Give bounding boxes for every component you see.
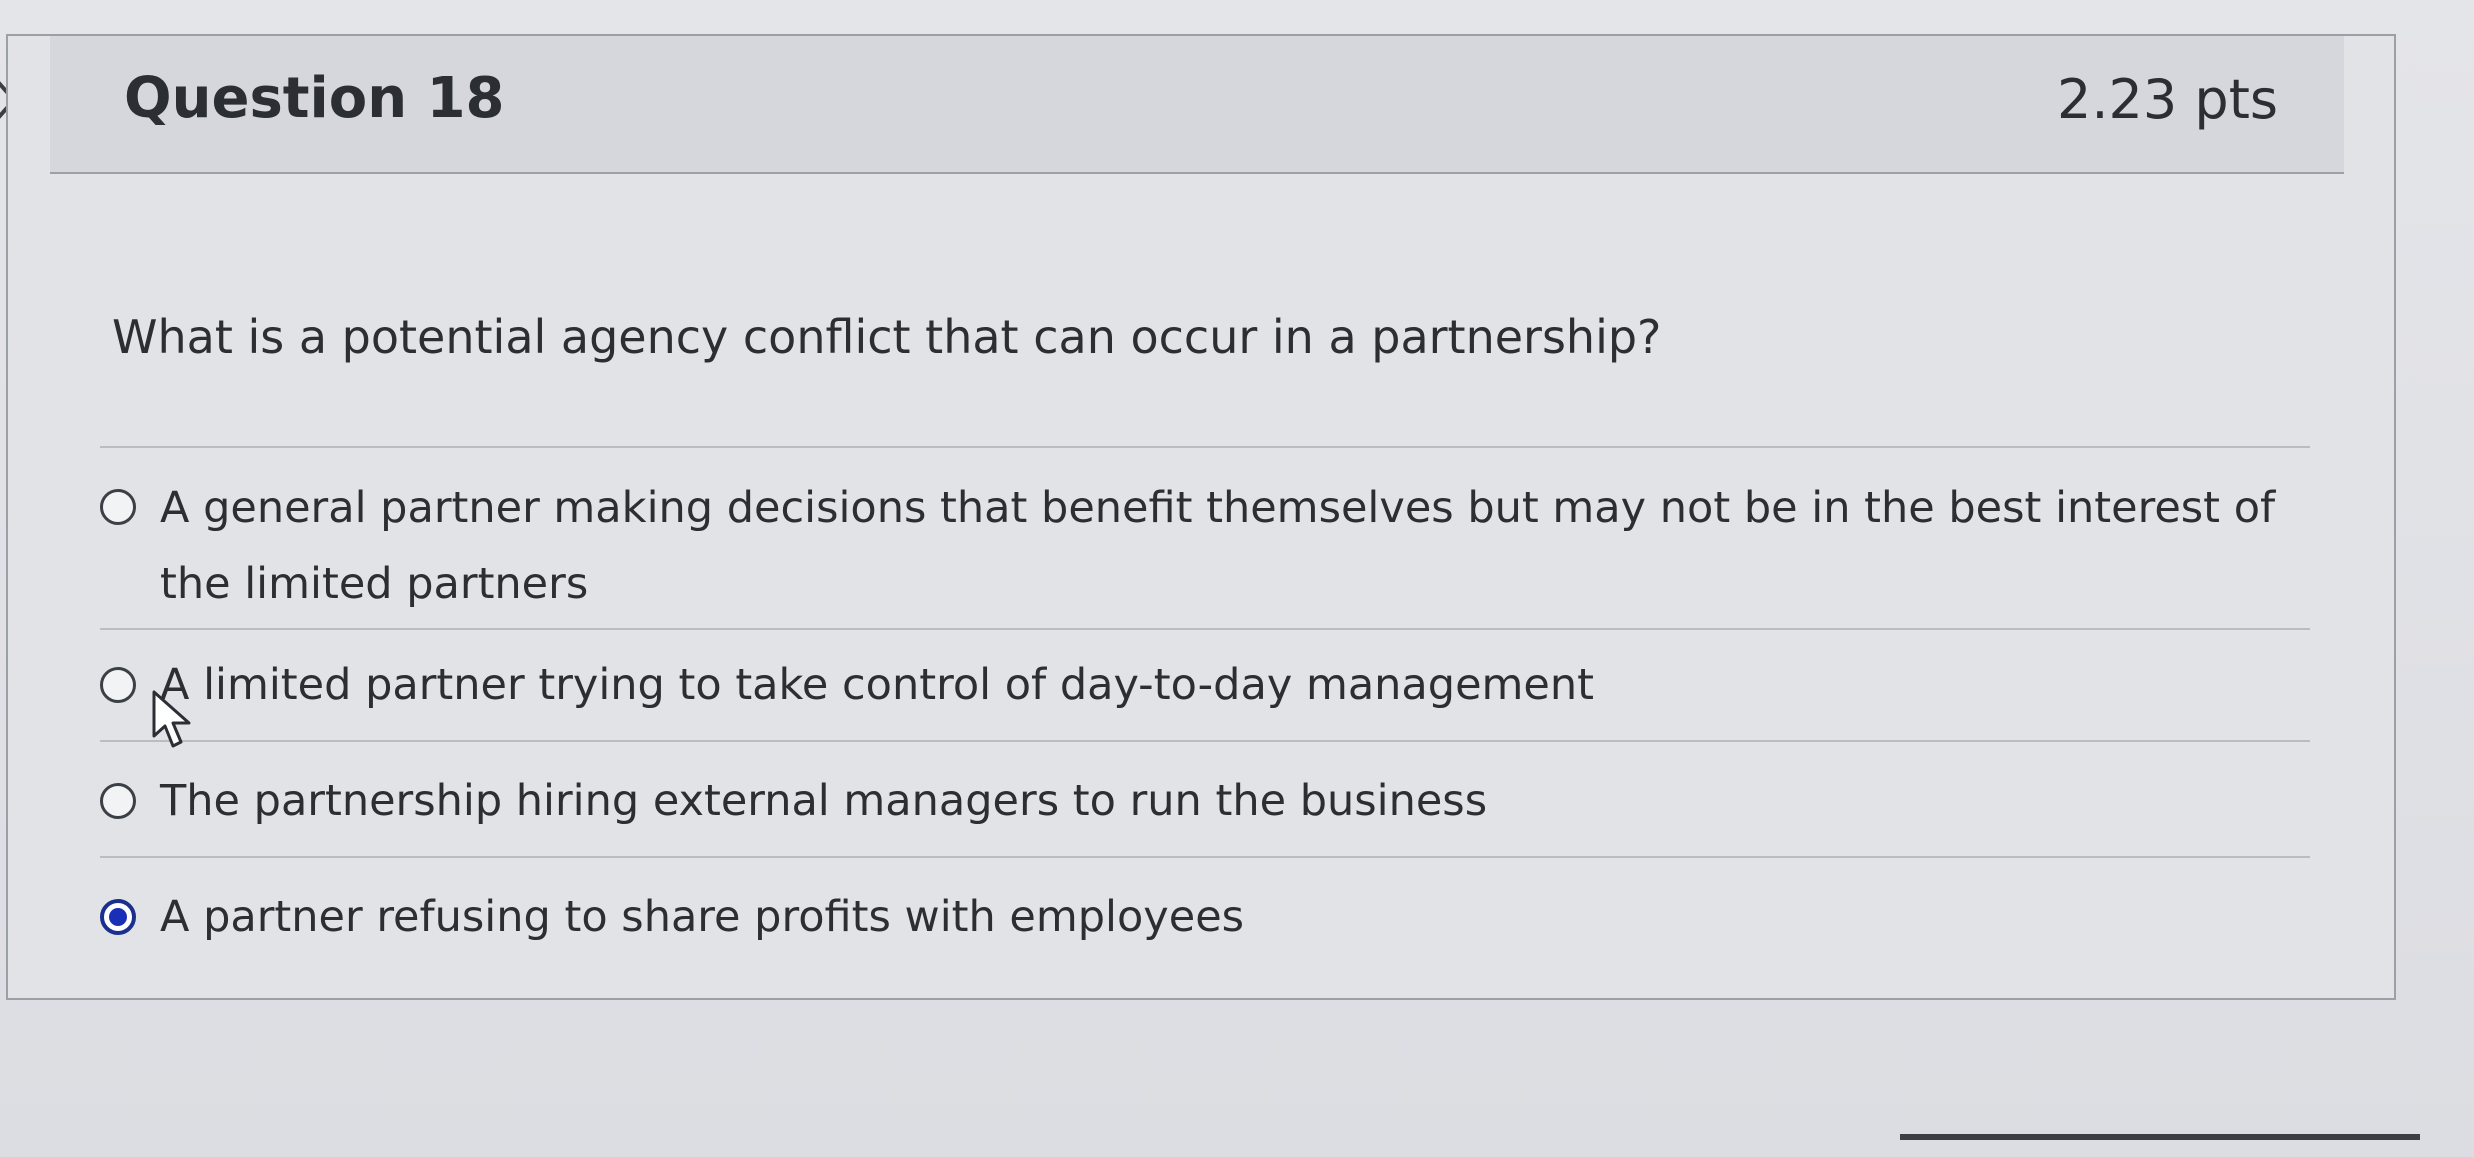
- mouse-pointer-icon-svg: [152, 690, 191, 748]
- question-title: Question 18: [124, 66, 505, 131]
- answer-label: A partner refusing to share profits with…: [160, 892, 1245, 942]
- radio-button[interactable]: [100, 489, 136, 525]
- answer-divider: [100, 446, 2310, 448]
- screen-edge: [1900, 1134, 2420, 1140]
- question-body: What is a potential agency conflict that…: [8, 174, 2394, 1000]
- answer-divider: [100, 856, 2310, 858]
- answer-divider: [100, 628, 2310, 630]
- mouse-pointer-icon: [150, 690, 196, 750]
- answer-option-4[interactable]: A partner refusing to share profits with…: [100, 880, 2310, 954]
- answer-label: The partnership hiring external managers…: [160, 776, 1488, 826]
- radio-button[interactable]: [100, 783, 136, 819]
- answer-option-2[interactable]: A limited partner trying to take control…: [100, 648, 2310, 722]
- radio-button[interactable]: [100, 667, 136, 703]
- answer-divider: [100, 740, 2310, 742]
- answer-option-3[interactable]: The partnership hiring external managers…: [100, 764, 2310, 838]
- answer-option-1[interactable]: A general partner making decisions that …: [100, 470, 2310, 622]
- answer-label: A general partner making decisions that …: [160, 483, 2276, 609]
- question-points: 2.23 pts: [2057, 68, 2278, 131]
- question-card: Question 18 2.23 pts What is a potential…: [6, 34, 2396, 1000]
- radio-button-selected[interactable]: [100, 899, 136, 935]
- answer-label: A limited partner trying to take control…: [160, 660, 1594, 710]
- question-header: Question 18 2.23 pts: [50, 36, 2344, 174]
- question-text: What is a potential agency conflict that…: [112, 310, 1662, 364]
